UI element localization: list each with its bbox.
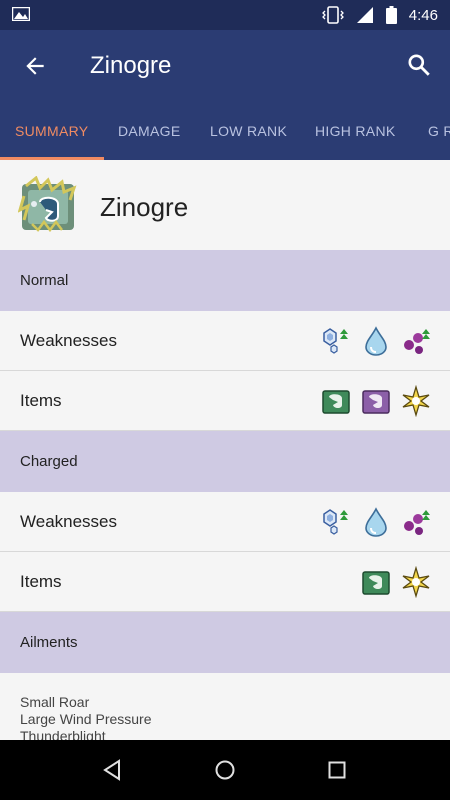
water-weakness-icon (365, 507, 387, 537)
signal-icon (356, 7, 373, 23)
flash-bomb-icon (402, 385, 430, 417)
image-icon (12, 7, 30, 21)
tab-high-rank[interactable]: HIGH RANK (315, 102, 396, 160)
shock-trap-icon (362, 390, 390, 414)
weaknesses-row[interactable]: Weaknesses (0, 311, 450, 371)
tab-bar: SUMMARY DAMAGE LOW RANK HIGH RANK G R (0, 102, 450, 160)
vibrate-icon (321, 6, 344, 24)
monster-header: Zinogre (0, 160, 450, 250)
app-bar: Zinogre (0, 30, 450, 102)
poison-weakness-icon (404, 510, 430, 535)
ailment-item: Large Wind Pressure (20, 711, 152, 727)
tab-damage[interactable]: DAMAGE (118, 102, 180, 160)
nav-back-icon[interactable] (101, 758, 125, 782)
weaknesses-row[interactable]: Weaknesses (0, 492, 450, 552)
search-icon[interactable] (406, 52, 432, 78)
battery-icon (385, 6, 397, 24)
row-label: Items (20, 391, 62, 410)
items-row[interactable]: Items (0, 371, 450, 431)
ice-weakness-icon (323, 509, 348, 535)
ailments-list: Small Roar Large Wind Pressure Thunderbl… (20, 694, 152, 740)
section-title: Charged (20, 453, 78, 470)
row-label: Weaknesses (20, 512, 118, 531)
section-title: Ailments (20, 634, 78, 651)
row-label: Items (20, 572, 62, 591)
nav-home-icon[interactable] (213, 758, 237, 782)
ailment-item: Small Roar (20, 694, 90, 710)
flash-bomb-icon (402, 566, 430, 598)
tab-low-rank[interactable]: LOW RANK (210, 102, 287, 160)
zinogre-monster-icon (18, 176, 77, 233)
row-label: Weaknesses (20, 331, 118, 350)
tab-summary[interactable]: SUMMARY (15, 102, 88, 160)
pitfall-trap-icon (362, 571, 390, 595)
content[interactable]: Zinogre Normal Weaknesses Items Charged … (0, 160, 450, 740)
items-row[interactable]: Items (0, 552, 450, 612)
section-title: Normal (20, 272, 69, 289)
section-header-ailments: Ailments (0, 612, 450, 673)
back-arrow-icon[interactable] (22, 53, 48, 79)
monster-name: Zinogre (100, 192, 189, 222)
poison-weakness-icon (404, 329, 430, 354)
section-header-normal: Normal (0, 250, 450, 311)
ice-weakness-icon (323, 328, 348, 354)
tab-g-rank[interactable]: G R (428, 102, 450, 160)
pitfall-trap-icon (322, 390, 350, 414)
section-header-charged: Charged (0, 431, 450, 492)
nav-recents-icon[interactable] (325, 758, 349, 782)
system-nav-bar (0, 740, 450, 800)
page-title: Zinogre (90, 52, 172, 79)
status-time: 4:46 (408, 6, 438, 24)
water-weakness-icon (365, 326, 387, 356)
ailment-item: Thunderblight (20, 728, 106, 740)
status-bar: 4:46 (0, 0, 450, 30)
